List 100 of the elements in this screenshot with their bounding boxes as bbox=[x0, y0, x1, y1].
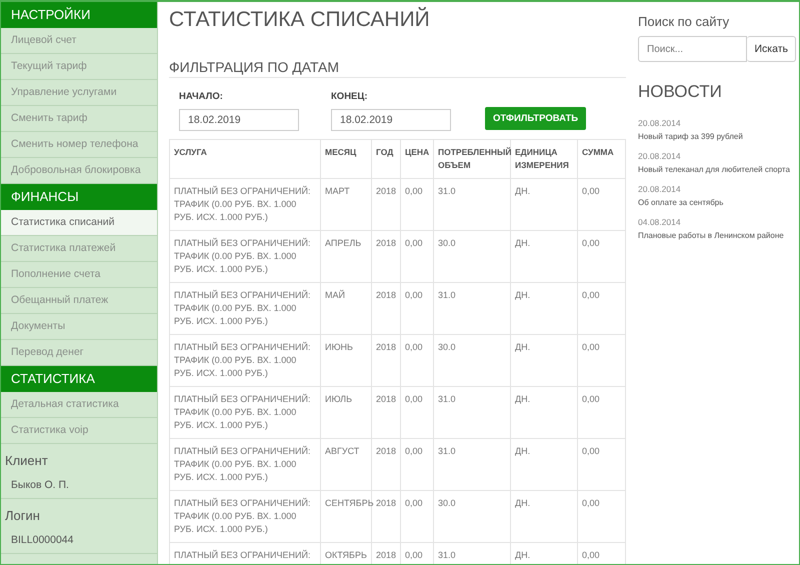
table-cell: ПЛАТНЫЙ БЕЗ ОГРАНИЧЕНИЙ: ТРАФИК (0.00 РУБ. ВХ. 1.000 РУБ. ИСХ. 1.000 РУБ.) bbox=[174, 342, 310, 378]
column-header: ПОТРЕБЛЕННЫЙ ОБЪЕМ bbox=[434, 140, 510, 178]
nav-item[interactable]: Управление услугами bbox=[1, 80, 157, 106]
search-title: Поиск по сайту bbox=[638, 14, 730, 29]
table-cell: ДН. bbox=[515, 498, 530, 508]
search-button[interactable]: Искать bbox=[747, 36, 796, 62]
table-cell: 31.0 bbox=[438, 290, 456, 300]
column-header: ЕДИНИЦА ИЗМЕРЕНИЯ bbox=[510, 140, 578, 178]
table-cell: ИЮЛЬ bbox=[325, 394, 352, 404]
table-cell: 0,00 bbox=[582, 186, 600, 196]
table-cell: ДН. bbox=[515, 446, 530, 456]
table-cell: ПЛАТНЫЙ БЕЗ ОГРАНИЧЕНИЙ: bbox=[174, 550, 310, 560]
table-cell: 2018 bbox=[376, 498, 396, 508]
nav-item[interactable]: Обещанный платеж bbox=[1, 288, 157, 314]
table-cell: ДН. bbox=[515, 186, 530, 196]
table-cell: 30.0 bbox=[438, 342, 456, 352]
news-date: 20.08.2014 bbox=[638, 184, 682, 194]
column-header: СУММА bbox=[578, 140, 626, 178]
table-cell: ДН. bbox=[515, 550, 530, 560]
table-cell: 0,00 bbox=[582, 550, 600, 560]
nav-item[interactable]: Пополнение счета bbox=[1, 262, 157, 288]
table-cell: 30.0 bbox=[438, 498, 456, 508]
filter-button[interactable]: ОТФИЛЬТРОВАТЬ bbox=[485, 107, 586, 130]
news-link[interactable]: Новый телеканал для любителей спорта bbox=[638, 165, 796, 174]
nav-item[interactable]: Статистика списаний bbox=[1, 210, 157, 236]
table-cell: 31.0 bbox=[438, 186, 456, 196]
section-header: СТАТИСТИКА bbox=[1, 366, 157, 392]
section-title: ФИЛЬТРАЦИЯ ПО ДАТАМ bbox=[169, 59, 626, 78]
column-header: МЕСЯЦ bbox=[320, 140, 372, 178]
news-date: 04.08.2014 bbox=[638, 217, 682, 227]
info-label: Логин bbox=[5, 508, 41, 523]
page-title: СТАТИСТИКА СПИСАНИЙ bbox=[169, 8, 431, 32]
table-cell: 2018 bbox=[376, 290, 396, 300]
table-cell: 0,00 bbox=[405, 342, 423, 352]
nav-item[interactable]: Текущий тариф bbox=[1, 54, 157, 80]
field-label: НАЧАЛО: bbox=[179, 91, 224, 102]
field-label: КОНЕЦ: bbox=[331, 91, 368, 102]
table-cell: 31.0 bbox=[438, 550, 456, 560]
table-cell: ОКТЯБРЬ bbox=[325, 550, 367, 560]
date-field[interactable]: 18.02.2019 bbox=[331, 109, 451, 131]
table-cell: 0,00 bbox=[582, 238, 600, 248]
news-link[interactable]: Плановые работы в Ленинском районе bbox=[638, 231, 796, 240]
nav-item[interactable]: Сменить номер телефона bbox=[1, 132, 157, 158]
news-link[interactable]: Об оплате за сентябрь bbox=[638, 198, 796, 207]
table-cell: ПЛАТНЫЙ БЕЗ ОГРАНИЧЕНИЙ: ТРАФИК (0.00 РУБ. ВХ. 1.000 РУБ. ИСХ. 1.000 РУБ.) bbox=[174, 186, 310, 222]
table-cell: 2018 bbox=[376, 550, 396, 560]
table-cell: 31.0 bbox=[438, 446, 456, 456]
nav-item[interactable]: Документы bbox=[1, 314, 157, 340]
table-cell: 0,00 bbox=[582, 394, 600, 404]
table-cell: ИЮНЬ bbox=[325, 342, 353, 352]
table-cell: МАЙ bbox=[325, 290, 345, 300]
table-cell: 2018 bbox=[376, 446, 396, 456]
section-header: НАСТРОЙКИ bbox=[1, 2, 157, 28]
table-cell: 30.0 bbox=[438, 238, 456, 248]
news-title: НОВОСТИ bbox=[638, 82, 723, 102]
table-cell: ПЛАТНЫЙ БЕЗ ОГРАНИЧЕНИЙ: ТРАФИК (0.00 РУБ. ВХ. 1.000 РУБ. ИСХ. 1.000 РУБ.) bbox=[174, 238, 310, 274]
table-cell: 31.0 bbox=[438, 394, 456, 404]
table-cell: 2018 bbox=[376, 238, 396, 248]
date-field[interactable]: 18.02.2019 bbox=[179, 109, 299, 131]
section-header: ФИНАНСЫ bbox=[1, 184, 157, 210]
news-link[interactable]: Новый тариф за 399 рублей bbox=[638, 132, 796, 141]
table-cell: ПЛАТНЫЙ БЕЗ ОГРАНИЧЕНИЙ: ТРАФИК (0.00 РУБ. ВХ. 1.000 РУБ. ИСХ. 1.000 РУБ.) bbox=[174, 498, 310, 534]
table-cell: 0,00 bbox=[582, 290, 600, 300]
table-cell: ПЛАТНЫЙ БЕЗ ОГРАНИЧЕНИЙ: ТРАФИК (0.00 РУБ. ВХ. 1.000 РУБ. ИСХ. 1.000 РУБ.) bbox=[174, 446, 310, 482]
nav-item[interactable]: Лицевой счет bbox=[1, 28, 157, 54]
table-cell: 0,00 bbox=[405, 498, 423, 508]
table-cell: СЕНТЯБРЬ bbox=[325, 498, 374, 508]
table-cell: 2018 bbox=[376, 186, 396, 196]
table-cell: ДН. bbox=[515, 342, 530, 352]
nav-item[interactable]: Сменить тариф bbox=[1, 106, 157, 132]
table-cell: АПРЕЛЬ bbox=[325, 238, 362, 248]
table-cell: 0,00 bbox=[405, 290, 423, 300]
column-header: ГОД bbox=[372, 140, 400, 178]
table-cell: 0,00 bbox=[582, 342, 600, 352]
nav-item[interactable]: Статистика voip bbox=[1, 418, 157, 444]
info-label: Клиент bbox=[5, 453, 49, 468]
table-cell: 0,00 bbox=[582, 498, 600, 508]
table-cell: ДН. bbox=[515, 290, 530, 300]
table-cell: ПЛАТНЫЙ БЕЗ ОГРАНИЧЕНИЙ: ТРАФИК (0.00 РУБ. ВХ. 1.000 РУБ. ИСХ. 1.000 РУБ.) bbox=[174, 290, 310, 326]
info-value: Быков О. П. bbox=[10, 479, 70, 491]
news-date: 20.08.2014 bbox=[638, 118, 682, 128]
column-header: УСЛУГА bbox=[170, 140, 320, 178]
column-header: ЦЕНА bbox=[400, 140, 434, 178]
table-cell: 2018 bbox=[376, 342, 396, 352]
nav-item[interactable]: Детальная статистика bbox=[1, 392, 157, 418]
table-cell: 0,00 bbox=[405, 550, 423, 560]
table-cell: 0,00 bbox=[405, 446, 423, 456]
table-cell: 0,00 bbox=[405, 186, 423, 196]
table-cell: 0,00 bbox=[582, 446, 600, 456]
table-cell: 0,00 bbox=[405, 394, 423, 404]
info-value: BILL0000044 bbox=[10, 534, 74, 546]
nav-item[interactable]: Статистика платежей bbox=[1, 236, 157, 262]
table-cell: МАРТ bbox=[325, 186, 350, 196]
table-cell: ДН. bbox=[515, 238, 530, 248]
news-date: 20.08.2014 bbox=[638, 151, 682, 161]
table-cell: АВГУСТ bbox=[325, 446, 360, 456]
search-field[interactable]: Поиск... bbox=[638, 36, 748, 62]
table-cell: 2018 bbox=[376, 394, 396, 404]
table-cell: 0,00 bbox=[405, 238, 423, 248]
table-cell: ПЛАТНЫЙ БЕЗ ОГРАНИЧЕНИЙ: ТРАФИК (0.00 РУБ. ВХ. 1.000 РУБ. ИСХ. 1.000 РУБ.) bbox=[174, 394, 310, 430]
